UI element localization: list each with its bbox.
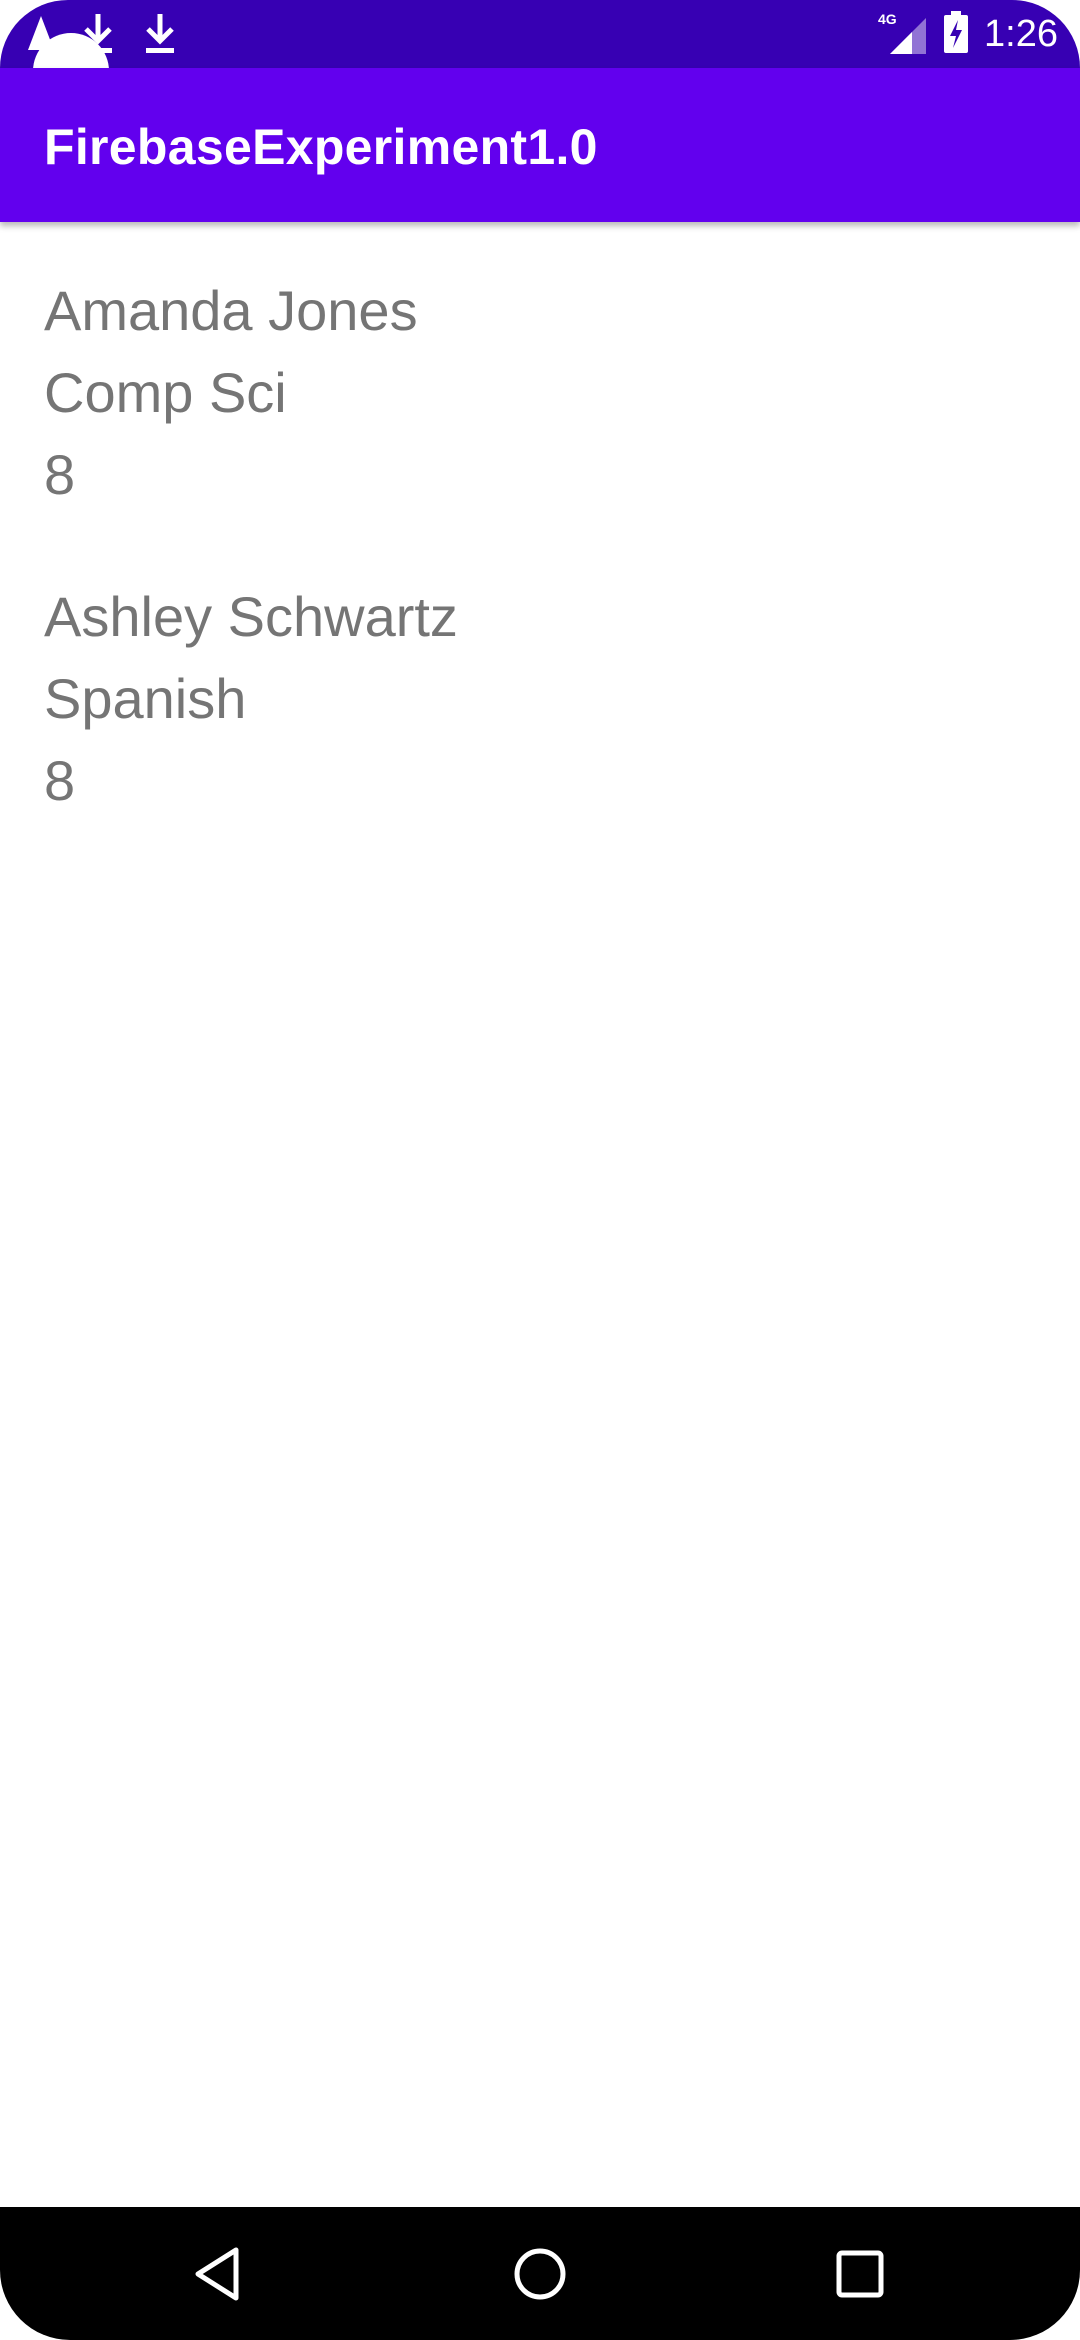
student-list[interactable]: Amanda Jones Comp Sci 8 Ashley Schwartz …	[44, 270, 1034, 882]
app-title: FirebaseExperiment1.0	[44, 119, 598, 175]
back-icon	[195, 2247, 239, 2301]
status-bar: 4G 1:26	[0, 0, 1080, 109]
student-subject: Spanish	[44, 667, 247, 730]
student-grade: 8	[44, 749, 76, 812]
status-time: 1:26	[984, 12, 1058, 55]
navigation-bar	[0, 2207, 1080, 2340]
student-subject: Comp Sci	[44, 361, 287, 424]
home-icon	[514, 2248, 566, 2300]
list-item[interactable]: Amanda Jones Comp Sci 8	[44, 270, 1034, 516]
battery-charging-icon	[942, 10, 970, 59]
student-name: Ashley Schwartz	[44, 585, 458, 648]
list-item[interactable]: Ashley Schwartz Spanish 8	[44, 576, 1034, 822]
app-bar: FirebaseExperiment1.0	[0, 68, 1080, 222]
status-system: 4G 1:26	[878, 8, 1058, 60]
home-button[interactable]	[495, 2229, 585, 2319]
signal-icon: 4G	[878, 10, 928, 59]
recents-icon	[836, 2250, 884, 2298]
download-icon	[140, 12, 180, 61]
student-name: Amanda Jones	[44, 279, 418, 342]
network-label: 4G	[878, 11, 897, 27]
screen: 4G 1:26 FirebaseExperiment1.0 Amanda Jon…	[0, 0, 1080, 2340]
back-button[interactable]	[175, 2229, 265, 2319]
student-grade: 8	[44, 443, 76, 506]
recents-button[interactable]	[815, 2229, 905, 2319]
